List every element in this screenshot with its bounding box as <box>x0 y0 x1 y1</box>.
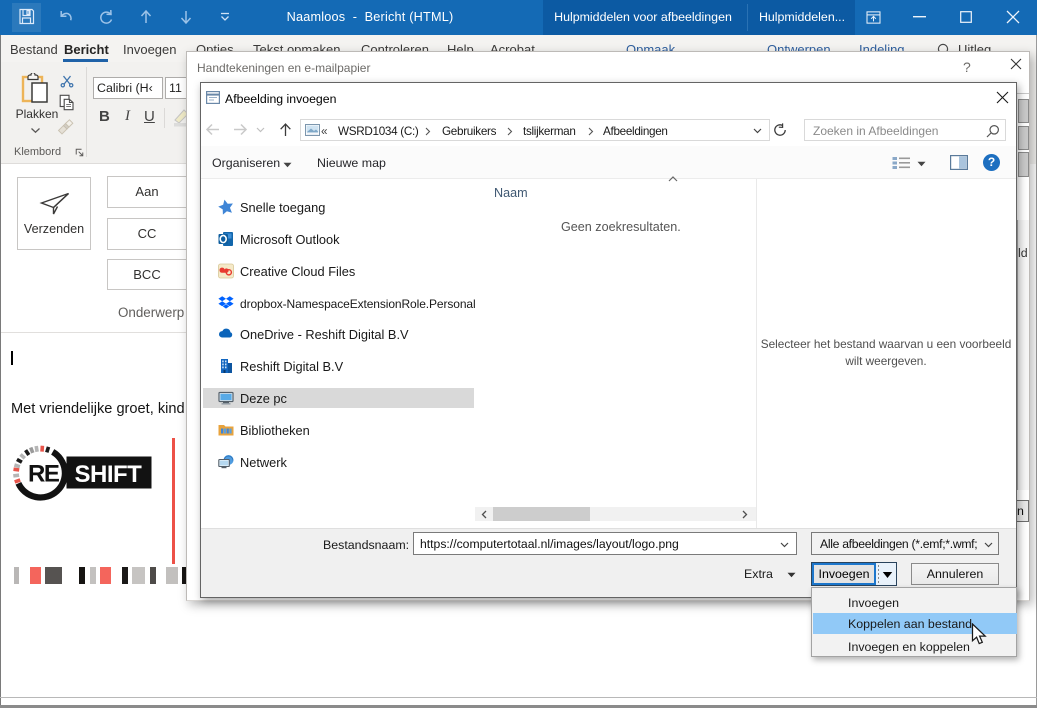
svg-text:RE: RE <box>28 461 60 488</box>
svg-text:SHIFT: SHIFT <box>75 461 143 488</box>
